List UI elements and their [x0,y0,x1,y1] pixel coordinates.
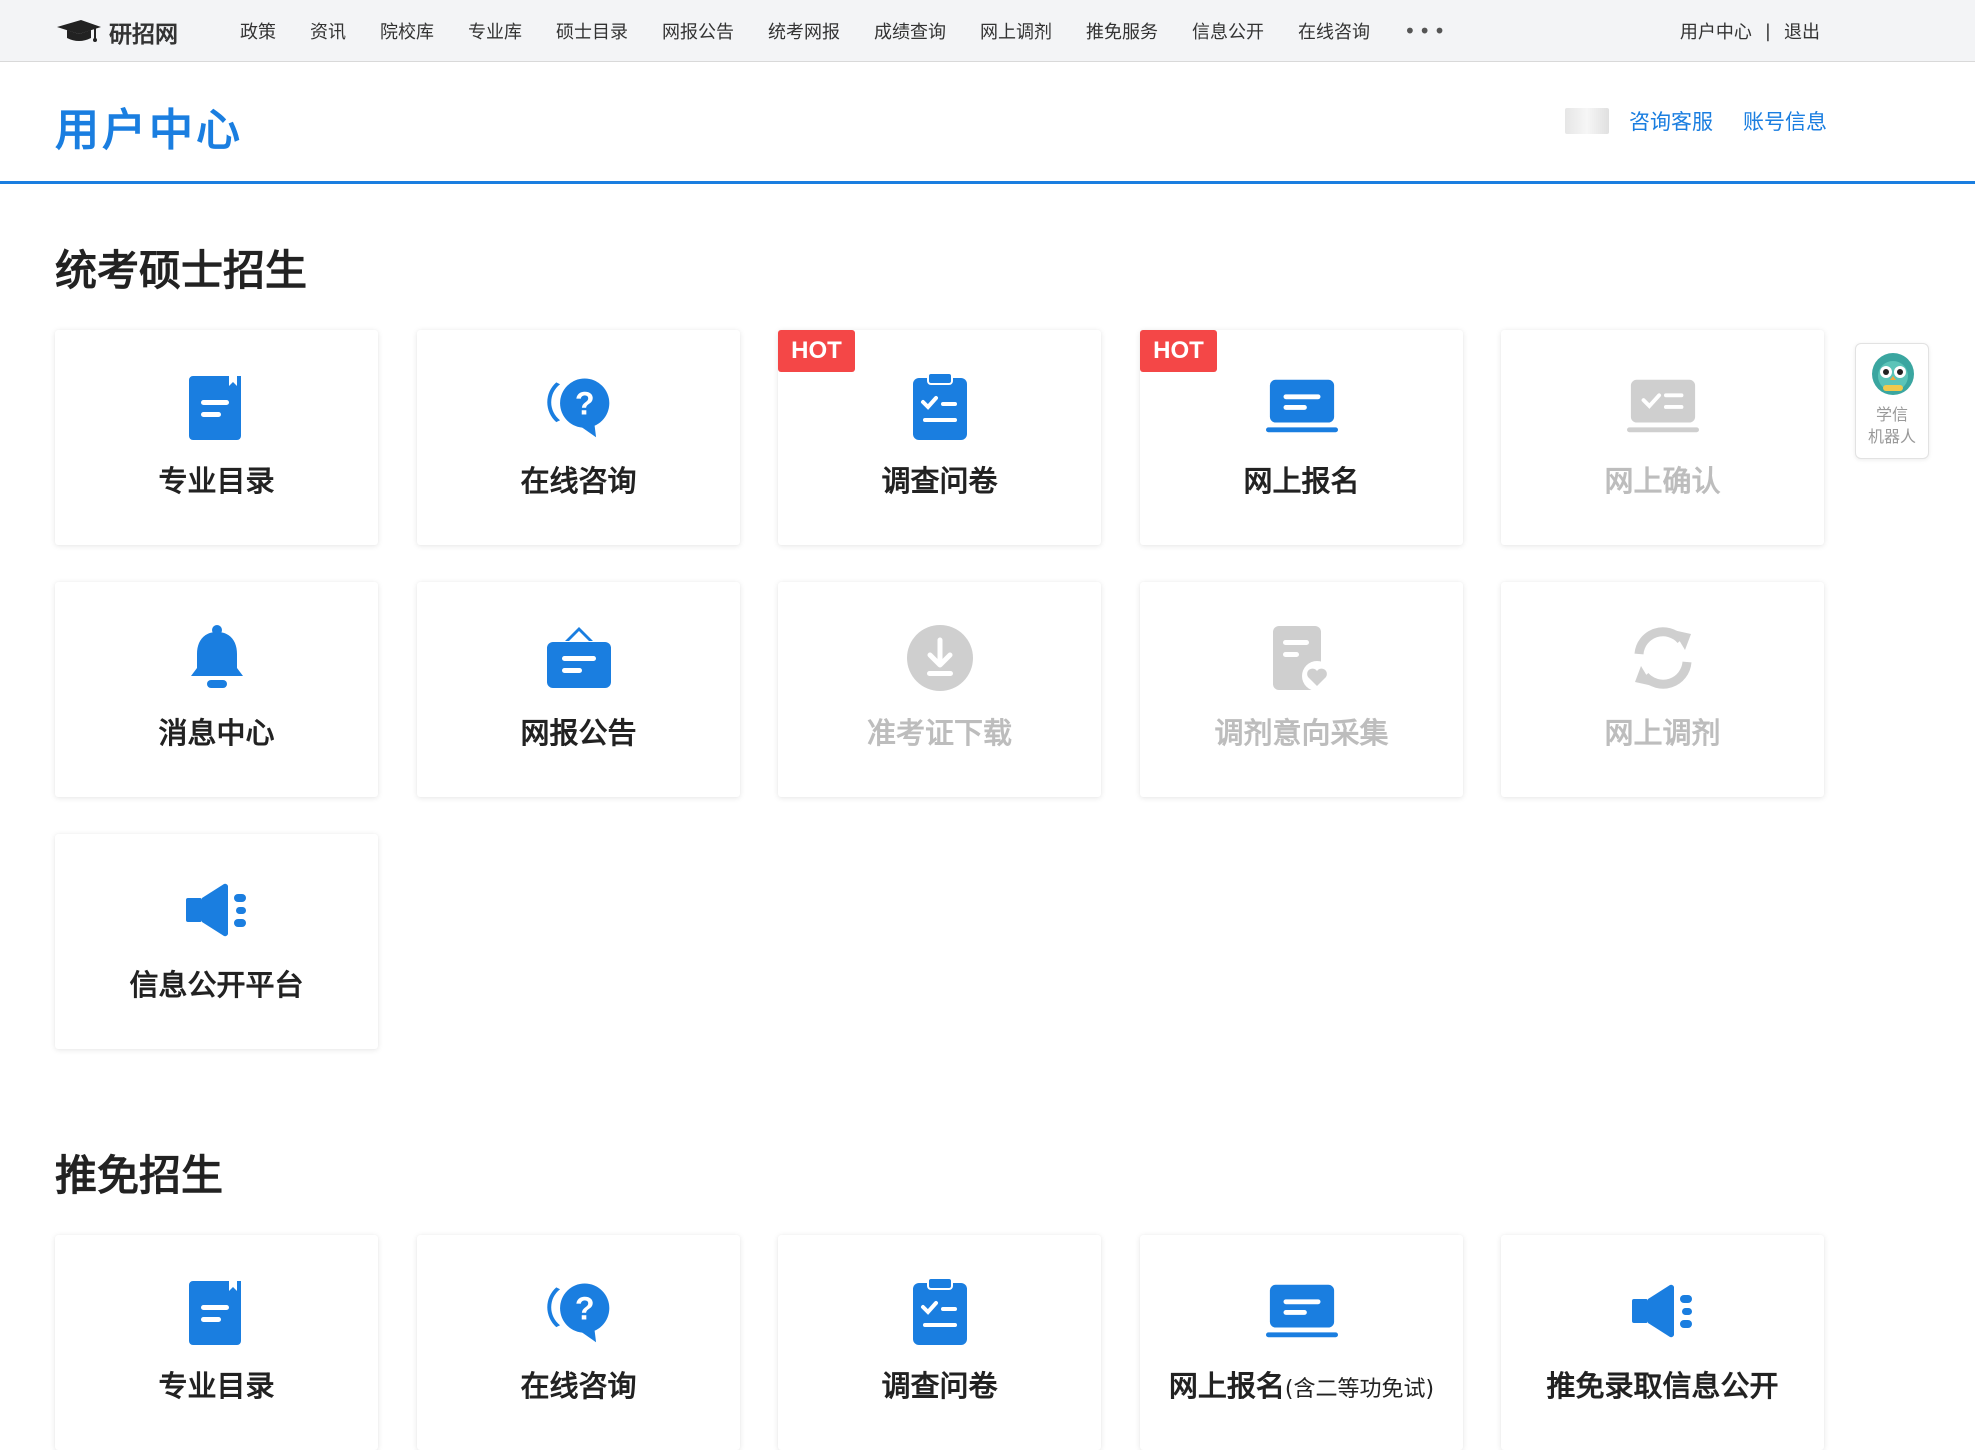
card-message-center[interactable]: 消息中心 [55,582,378,797]
consult-service-link[interactable]: 咨询客服 [1629,106,1713,136]
hot-badge: HOT [778,330,855,372]
card-label-main: 网上报名 [1168,1369,1285,1403]
document-heart-icon [1266,622,1338,694]
card-label: 网报公告 [520,716,637,750]
card-label: 在线咨询 [520,464,637,498]
svg-text:?: ? [574,386,594,422]
robot-owl-icon [1872,353,1914,395]
user-center-link[interactable]: 用户中心 [1680,18,1752,44]
clipboard-icon [904,370,976,442]
more-menu-icon[interactable]: ••• [1404,19,1448,43]
laptop-icon [1265,1275,1338,1347]
card-label: 专业目录 [158,1369,275,1403]
nav-item-exam-registration[interactable]: 统考网报 [768,18,840,44]
nav-item-score-query[interactable]: 成绩查询 [874,18,946,44]
confirm-icon [1626,370,1699,442]
card-label-suffix: (含二等功免试) [1284,1377,1435,1402]
card-registration-notice[interactable]: 网报公告 [417,582,740,797]
card-label: 准考证下载 [866,716,1012,750]
page-title: 用户中心 [55,105,243,156]
megaphone-icon [181,874,253,946]
nav-item-registration-notice[interactable]: 网报公告 [662,18,734,44]
card-label: 推免录取信息公开 [1546,1369,1779,1403]
site-logo[interactable]: 研招网 [55,17,178,48]
main-nav: 政策 资讯 院校库 专业库 硕士目录 网报公告 统考网报 成绩查询 网上调剂 推… [240,0,1448,62]
card-label: 网上确认 [1604,464,1721,498]
card-label: 网上报名 [1243,464,1360,498]
svg-text:?: ? [574,1291,594,1327]
laptop-icon [1265,370,1338,442]
section-title-exam: 统考硕士招生 [55,246,308,295]
card-label: 信息公开平台 [129,968,304,1002]
card-major-catalog[interactable]: 专业目录 [55,330,378,545]
card-admission-info-disclosure[interactable]: 推免录取信息公开 [1501,1235,1824,1450]
page-header: 用户中心 咨询客服 账号信息 [0,62,1975,184]
robot-label-line1: 学信 [1875,405,1908,424]
nav-item-online-consult[interactable]: 在线咨询 [1298,18,1370,44]
nav-item-news[interactable]: 资讯 [310,18,346,44]
card-adjustment-intent[interactable]: 调剂意向采集 [1140,582,1463,797]
card-major-catalog-rec[interactable]: 专业目录 [55,1235,378,1450]
user-links: 用户中心 | 退出 [1680,0,1820,62]
header-actions: 咨询客服 账号信息 [1565,106,1827,136]
top-navigation-bar: 研招网 政策 资讯 院校库 专业库 硕士目录 网报公告 统考网报 成绩查询 网上… [0,0,1975,62]
card-online-registration[interactable]: HOT 网上报名 [1140,330,1463,545]
catalog-icon [181,370,253,442]
bell-icon [181,622,253,694]
refresh-icon [1627,622,1699,694]
nav-item-info-disclosure[interactable]: 信息公开 [1192,18,1264,44]
card-survey-rec[interactable]: 调查问卷 [778,1235,1101,1450]
card-admission-ticket-download[interactable]: 准考证下载 [778,582,1101,797]
megaphone-icon [1627,1275,1699,1347]
download-icon [904,622,976,694]
card-label: 在线咨询 [520,1369,637,1403]
card-online-adjustment[interactable]: 网上调剂 [1501,582,1824,797]
catalog-icon [181,1275,253,1347]
nav-item-policy[interactable]: 政策 [240,18,276,44]
nav-item-online-adjustment[interactable]: 网上调剂 [980,18,1052,44]
card-label: 专业目录 [158,464,275,498]
card-label: 网上调剂 [1604,716,1721,750]
logo-text: 研招网 [109,21,178,48]
avatar [1565,108,1609,134]
card-online-consult[interactable]: ? 在线咨询 [417,330,740,545]
section-title-recommendation: 推免招生 [55,1151,224,1200]
card-label: 调查问卷 [881,464,998,498]
nav-item-master-catalog[interactable]: 硕士目录 [556,18,628,44]
robot-label: 学信 机器人 [1856,404,1928,448]
consult-icon: ? [543,1275,615,1347]
link-separator: | [1764,20,1771,42]
card-label: 消息中心 [158,716,275,750]
notice-board-icon [543,622,615,694]
robot-label-line2: 机器人 [1867,427,1916,446]
card-label: 调查问卷 [881,1369,998,1403]
card-online-confirm[interactable]: 网上确认 [1501,330,1824,545]
card-online-consult-rec[interactable]: ? 在线咨询 [417,1235,740,1450]
clipboard-icon [904,1275,976,1347]
card-label: 网上报名(含二等功免试) [1140,1363,1463,1405]
nav-item-majors[interactable]: 专业库 [468,18,522,44]
nav-item-schools[interactable]: 院校库 [380,18,434,44]
card-info-disclosure-platform[interactable]: 信息公开平台 [55,834,378,1049]
nav-item-recommendation[interactable]: 推免服务 [1086,18,1158,44]
chat-robot-button[interactable]: 学信 机器人 [1855,343,1929,459]
card-survey[interactable]: HOT 调查问卷 [778,330,1101,545]
card-online-registration-rec[interactable]: 网上报名(含二等功免试) [1140,1235,1463,1450]
card-label: 调剂意向采集 [1214,716,1389,750]
hot-badge: HOT [1140,330,1217,372]
consult-icon: ? [543,370,615,442]
logout-link[interactable]: 退出 [1784,18,1820,44]
graduation-cap-icon [57,20,101,42]
account-info-link[interactable]: 账号信息 [1743,106,1827,136]
